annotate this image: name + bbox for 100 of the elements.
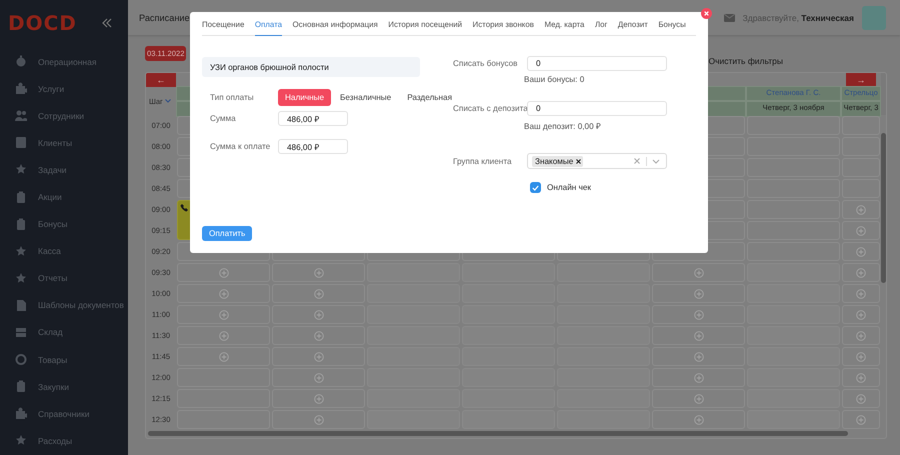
collapse-icon[interactable] [102,18,112,28]
previous-button[interactable]: ← [146,73,176,87]
time-slot[interactable] [652,284,745,303]
time-slot[interactable] [272,263,365,282]
number-field[interactable]: 0 [527,56,667,71]
time-slot[interactable] [842,326,880,345]
time-slot[interactable] [747,116,840,135]
menu-item[interactable]: Расходы [38,436,72,446]
amount-field[interactable]: 486,00 ₽ [278,139,348,154]
add-icon[interactable] [314,288,324,298]
tag-chip[interactable]: Знакомые [532,156,584,166]
add-icon[interactable] [694,372,704,382]
add-icon[interactable] [694,268,704,278]
add-icon[interactable] [694,352,704,362]
time-slot[interactable] [842,179,880,198]
number-field[interactable]: 0 [527,101,667,116]
user-avatar[interactable] [862,6,886,30]
add-icon[interactable] [856,288,866,298]
menu-item[interactable]: Сотрудники [38,110,84,121]
add-icon[interactable] [856,246,866,256]
time-slot[interactable] [652,263,745,282]
menu-item[interactable]: Склад [38,327,63,338]
time-slot[interactable] [177,284,270,303]
add-icon[interactable] [856,268,866,278]
add-icon[interactable] [218,268,228,278]
menu-item[interactable]: Касса [38,246,61,256]
payment-option[interactable]: Безналичные [333,89,398,106]
time-slot[interactable] [652,389,745,408]
add-icon[interactable] [856,352,866,362]
add-icon[interactable] [856,226,866,236]
mail-icon[interactable] [724,14,735,22]
add-icon[interactable] [856,330,866,340]
add-icon[interactable] [218,352,228,362]
client-group-select[interactable]: Знакомые [527,153,667,169]
close-icon[interactable] [701,8,712,19]
time-slot[interactable] [177,263,270,282]
time-slot[interactable] [842,116,880,135]
time-slot[interactable] [177,305,270,324]
menu-item[interactable]: Операционная [38,56,96,67]
amount-field[interactable]: 486,00 ₽ [278,111,348,126]
clear-filters-link[interactable]: Очистить фильтры [708,56,784,66]
chevron-down-icon[interactable] [164,99,171,103]
menu-item[interactable]: Задачи [38,164,67,175]
time-slot[interactable] [652,368,745,387]
add-icon[interactable] [694,310,704,320]
time-slot[interactable] [652,347,745,366]
checkbox[interactable] [530,182,541,193]
menu-item[interactable]: Услуги [38,84,64,94]
time-slot[interactable] [177,347,270,366]
time-slot[interactable] [842,221,880,240]
time-slot[interactable] [842,347,880,366]
add-icon[interactable] [694,394,704,404]
remove-icon[interactable] [576,158,582,164]
payment-option[interactable]: Наличные [278,89,332,106]
menu-item[interactable]: Товары [38,354,68,365]
add-icon[interactable] [218,330,228,340]
time-slot[interactable] [652,326,745,345]
time-slot[interactable] [842,242,880,261]
time-slot[interactable] [842,158,880,177]
add-icon[interactable] [314,352,324,362]
menu-item[interactable]: Клиенты [38,138,72,148]
menu-item[interactable]: Акции [38,192,62,202]
time-slot[interactable] [842,305,880,324]
time-slot[interactable] [652,305,745,324]
chevron-down-icon[interactable] [646,156,662,166]
time-slot[interactable] [842,263,880,282]
horizontal-scrollbar[interactable] [148,431,848,436]
clear-icon[interactable] [634,158,640,164]
time-slot[interactable] [272,326,365,345]
time-slot[interactable] [272,347,365,366]
time-slot[interactable] [272,284,365,303]
add-icon[interactable] [694,330,704,340]
time-slot[interactable] [272,305,365,324]
add-icon[interactable] [218,310,228,320]
menu-item[interactable]: Отчеты [38,273,68,284]
time-slot[interactable] [842,389,880,408]
add-icon[interactable] [856,310,866,320]
menu-item[interactable]: Закупки [38,382,69,392]
add-icon[interactable] [694,288,704,298]
time-slot[interactable] [842,410,880,429]
time-slot[interactable] [842,200,880,219]
add-icon[interactable] [694,414,704,424]
time-slot[interactable] [652,410,745,429]
time-slot[interactable] [177,326,270,345]
next-button[interactable]: → [846,73,876,87]
menu-item[interactable]: Справочники [38,408,90,419]
add-icon[interactable] [856,394,866,404]
add-icon[interactable] [856,372,866,382]
add-icon[interactable] [314,330,324,340]
time-slot[interactable] [842,368,880,387]
add-icon[interactable] [314,414,324,424]
add-icon[interactable] [856,204,866,214]
vertical-scrollbar[interactable] [881,133,886,283]
time-slot[interactable] [272,389,365,408]
time-slot[interactable] [842,137,880,156]
menu-item[interactable]: Шаблоны документов [38,300,124,310]
add-icon[interactable] [218,288,228,298]
add-icon[interactable] [314,372,324,382]
payment-option[interactable]: Раздельная [400,89,460,106]
add-icon[interactable] [856,414,866,424]
